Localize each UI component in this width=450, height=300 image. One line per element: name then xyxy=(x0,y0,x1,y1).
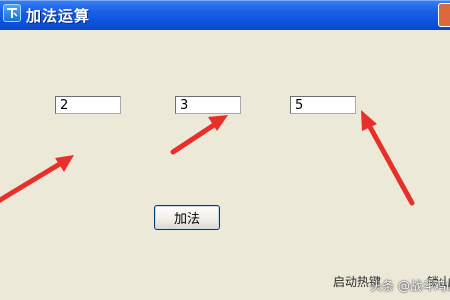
operand-b-field[interactable] xyxy=(175,96,241,114)
arrow-to-field-a xyxy=(0,155,74,203)
result-field[interactable] xyxy=(290,96,356,114)
annotation-arrows xyxy=(0,110,415,206)
close-button[interactable] xyxy=(438,3,450,27)
watermark-text: 头条 @战斗鸡山 xyxy=(370,279,450,293)
arrow-to-result-field xyxy=(361,110,415,206)
operand-a-field[interactable] xyxy=(55,96,121,114)
title-bar[interactable]: 加法运算 xyxy=(0,0,450,30)
add-button[interactable]: 加法 xyxy=(154,205,220,230)
window-title: 加法运算 xyxy=(26,7,91,25)
arrow-to-field-b xyxy=(170,115,228,155)
app-icon xyxy=(3,4,21,22)
app-window: 加法运算 加法 启动热键 锁山 头条 @战斗鸡山 xyxy=(0,0,450,300)
